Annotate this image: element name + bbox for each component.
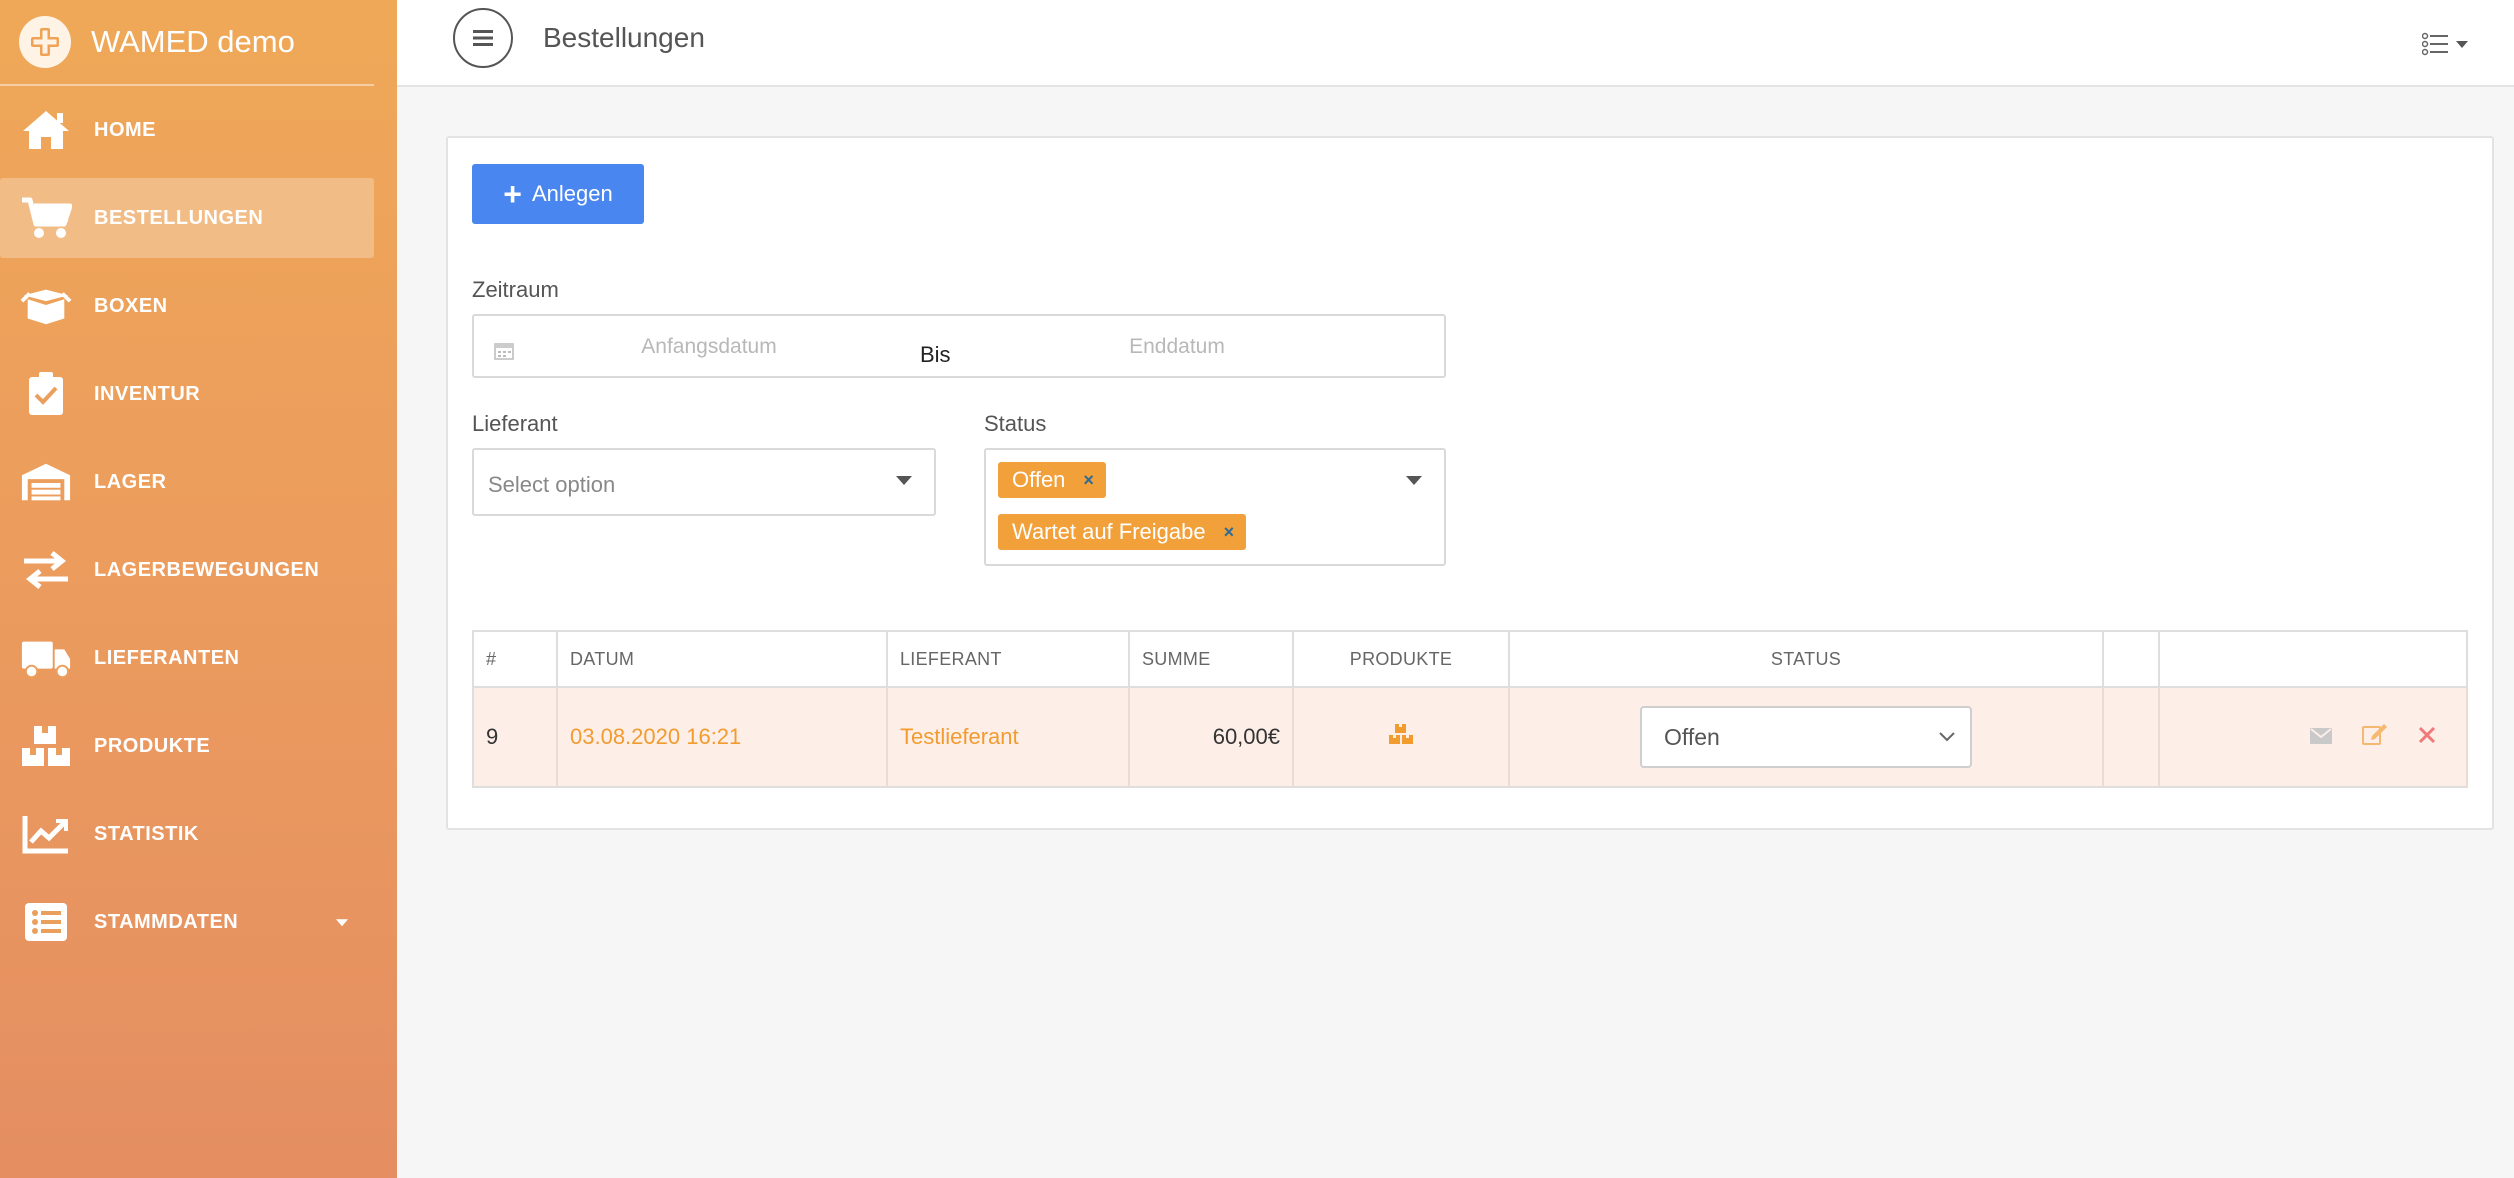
supplier-select-placeholder: Select option xyxy=(488,472,616,497)
orders-table: # DATUM LIEFERANT SUMME PRODUKTE STATUS … xyxy=(472,630,2468,788)
status-multiselect[interactable]: Offen × Wartet auf Freigabe × xyxy=(984,448,1446,566)
order-date-link[interactable]: 03.08.2020 16:21 xyxy=(557,687,888,787)
sidebar-item-bestellungen[interactable]: BESTELLUNGEN xyxy=(0,178,374,258)
create-order-button[interactable]: + Anlegen xyxy=(472,164,644,224)
table-header-row: # DATUM LIEFERANT SUMME PRODUKTE STATUS xyxy=(473,631,2468,688)
column-header-id[interactable]: # xyxy=(473,631,558,688)
brand-title: WAMED demo xyxy=(91,24,295,59)
send-mail-icon[interactable] xyxy=(2310,724,2332,750)
order-sum: 60,00€ xyxy=(1129,687,1294,787)
column-header-sum[interactable]: SUMME xyxy=(1129,631,1294,688)
sidebar-item-inventur[interactable]: INVENTUR xyxy=(0,354,374,434)
order-status-value: Offen xyxy=(1664,723,1720,750)
date-range-picker: Bis xyxy=(472,314,1446,378)
order-id: 9 xyxy=(473,687,558,787)
brand[interactable]: WAMED demo xyxy=(0,0,374,86)
truck-icon xyxy=(20,635,72,681)
sidebar-item-statistik[interactable]: STATISTIK xyxy=(0,794,374,874)
boxes-icon xyxy=(20,723,72,769)
date-range-separator: Bis xyxy=(920,342,951,367)
table-row: 9 03.08.2020 16:21 Testlieferant 60,00€ … xyxy=(473,687,2468,787)
order-empty-cell xyxy=(2103,687,2160,787)
delete-icon[interactable] xyxy=(2418,724,2436,750)
sidebar: WAMED demo HOME BESTELLUNGEN BOXEN INVEN… xyxy=(0,0,397,1178)
sidebar-item-label: INVENTUR xyxy=(94,382,201,405)
medical-cross-logo-icon xyxy=(19,16,71,68)
sidebar-item-produkte[interactable]: PRODUKTE xyxy=(0,706,374,786)
chart-icon xyxy=(20,811,72,857)
sidebar-item-lagerbewegungen[interactable]: LAGERBEWEGUNGEN xyxy=(0,530,374,610)
sidebar-item-home[interactable]: HOME xyxy=(0,90,374,170)
products-boxes-icon[interactable] xyxy=(1387,722,1415,752)
start-date-input[interactable] xyxy=(534,330,884,364)
sidebar-item-label: STATISTIK xyxy=(94,822,199,845)
sidebar-item-stammdaten[interactable]: STAMMDATEN xyxy=(0,882,374,962)
home-icon xyxy=(20,107,72,153)
sidebar-item-label: LAGERBEWEGUNGEN xyxy=(94,558,320,581)
sidebar-item-label: LAGER xyxy=(94,470,167,493)
remove-tag-icon[interactable]: × xyxy=(1224,522,1235,543)
column-header-actions xyxy=(2159,631,2468,688)
sidebar-item-label: PRODUKTE xyxy=(94,734,211,757)
view-options-button[interactable] xyxy=(2422,32,2468,56)
sidebar-item-label: HOME xyxy=(94,118,156,141)
order-status-select[interactable]: Offen xyxy=(1640,706,1972,768)
clipboard-check-icon xyxy=(20,371,72,417)
sidebar-item-lager[interactable]: LAGER xyxy=(0,442,374,522)
end-date-input[interactable] xyxy=(1002,330,1352,364)
box-icon xyxy=(20,283,72,329)
period-label: Zeitraum xyxy=(472,277,559,302)
exchange-icon xyxy=(20,547,72,593)
orders-panel: + Anlegen Zeitraum Bis Lieferant Select … xyxy=(446,136,2494,830)
supplier-select[interactable]: Select option xyxy=(472,448,936,516)
column-header-supplier[interactable]: LIEFERANT xyxy=(887,631,1130,688)
status-tag: Offen × xyxy=(998,462,1106,498)
column-header-empty xyxy=(2103,631,2160,688)
cart-icon xyxy=(20,195,72,241)
column-header-products: PRODUKTE xyxy=(1293,631,1510,688)
sidebar-item-label: LIEFERANTEN xyxy=(94,646,240,669)
status-tag: Wartet auf Freigabe × xyxy=(998,514,1247,550)
column-header-status[interactable]: STATUS xyxy=(1509,631,2104,688)
caret-down-icon xyxy=(2456,40,2468,48)
status-tag-label: Offen xyxy=(1012,467,1066,492)
supplier-label: Lieferant xyxy=(472,411,558,436)
topbar: Bestellungen xyxy=(397,0,2514,87)
caret-down-icon xyxy=(1406,476,1422,485)
calendar-icon xyxy=(494,342,514,365)
chevron-down-icon xyxy=(1939,732,1955,742)
status-tag-label: Wartet auf Freigabe xyxy=(1012,519,1206,544)
sidebar-item-label: BOXEN xyxy=(94,294,168,317)
sidebar-item-boxen[interactable]: BOXEN xyxy=(0,266,374,346)
warehouse-icon xyxy=(20,459,72,505)
plus-icon: + xyxy=(503,176,522,212)
order-actions-cell xyxy=(2159,687,2468,787)
order-supplier-link[interactable]: Testlieferant xyxy=(887,687,1130,787)
caret-down-icon xyxy=(896,476,912,485)
list-icon xyxy=(20,899,72,945)
order-products-cell xyxy=(1293,687,1510,787)
sidebar-item-label: BESTELLUNGEN xyxy=(94,206,264,229)
remove-tag-icon[interactable]: × xyxy=(1083,470,1094,491)
list-view-icon xyxy=(2422,32,2448,56)
chevron-down-icon xyxy=(336,919,348,927)
menu-toggle-button[interactable] xyxy=(453,8,513,68)
page-title: Bestellungen xyxy=(543,22,705,53)
sidebar-nav: HOME BESTELLUNGEN BOXEN INVENTUR LAGER L… xyxy=(0,90,374,970)
status-label: Status xyxy=(984,411,1047,436)
edit-icon[interactable] xyxy=(2362,722,2388,752)
create-button-label: Anlegen xyxy=(531,181,613,206)
sidebar-item-label: STAMMDATEN xyxy=(94,910,239,933)
column-header-date[interactable]: DATUM xyxy=(557,631,888,688)
hamburger-icon xyxy=(473,30,493,46)
sidebar-item-lieferanten[interactable]: LIEFERANTEN xyxy=(0,618,374,698)
order-status-cell: Offen xyxy=(1509,687,2104,787)
